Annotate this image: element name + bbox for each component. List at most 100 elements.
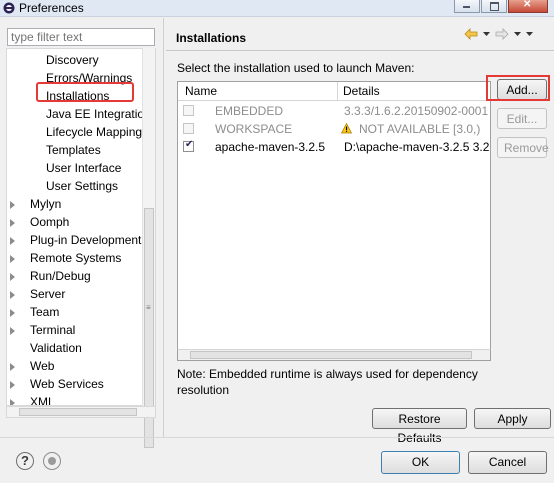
expand-arrow-icon[interactable] (10, 381, 15, 389)
pane-divider[interactable] (163, 18, 164, 438)
page-navigation (464, 28, 533, 40)
expand-arrow-icon[interactable] (10, 399, 15, 405)
tree-item-label: Oomph (30, 215, 70, 229)
scrollbar-thumb[interactable] (19, 408, 137, 416)
tree-item-label: User Settings (46, 179, 119, 193)
tree-item-label: Web (30, 359, 55, 373)
tree-item-label: Server (30, 287, 66, 301)
tree-item-label: XML (30, 395, 55, 406)
tree-item-label: Templates (46, 143, 101, 157)
expand-arrow-icon[interactable] (10, 237, 15, 245)
tree-item-label: Mylyn (30, 197, 62, 211)
tree-vertical-scrollbar[interactable]: ≡ (142, 48, 155, 448)
warning-icon (341, 123, 352, 134)
tree-item-templates[interactable]: Templates (46, 142, 101, 159)
installations-table: Name Details EMBEDDED 3.3.3/1.6.2.201509… (177, 81, 491, 361)
expand-arrow-icon[interactable] (10, 201, 15, 209)
filter-input[interactable] (7, 28, 155, 46)
tree-item-server[interactable]: Server (10, 286, 66, 303)
tree-item-run-debug[interactable]: Run/Debug (10, 268, 91, 285)
row-checkbox[interactable] (183, 105, 194, 116)
cancel-button[interactable]: Cancel (468, 451, 547, 474)
title-bar: Preferences (0, 0, 554, 17)
add-highlight-box (486, 75, 550, 101)
scrollbar-grip-icon: ≡ (146, 303, 151, 312)
tree-item-team[interactable]: Team (10, 304, 60, 321)
expand-arrow-icon[interactable] (10, 309, 15, 317)
tree-item-terminal[interactable]: Terminal (10, 322, 76, 339)
tree-item-web[interactable]: Web (10, 358, 55, 375)
row-checkbox[interactable] (183, 139, 194, 152)
tree-item-java-ee-integration[interactable]: Java EE Integration (46, 106, 151, 123)
forward-menu-chevron-icon[interactable] (514, 31, 521, 37)
tree-item-discovery[interactable]: Discovery (46, 52, 99, 69)
table-row[interactable]: WORKSPACE NOT AVAILABLE [3.0,) (178, 120, 490, 138)
eclipse-icon (3, 2, 15, 14)
column-divider[interactable] (337, 82, 338, 100)
footer-separator (0, 437, 554, 438)
tree-item-label: Team (30, 305, 60, 319)
tree-item-remote-systems[interactable]: Remote Systems (10, 250, 122, 267)
tree-item-validation[interactable]: Validation (30, 340, 82, 357)
close-button[interactable] (508, 0, 548, 13)
tree-item-label: Validation (30, 341, 82, 355)
help-icon[interactable]: ? (16, 452, 34, 470)
expand-arrow-icon[interactable] (10, 291, 15, 299)
row-checkbox[interactable] (183, 123, 194, 134)
window-title: Preferences (19, 1, 84, 15)
column-header-name[interactable]: Name (185, 84, 217, 98)
scrollbar-thumb[interactable] (190, 351, 472, 359)
note-text: Note: Embedded runtime is always used fo… (177, 367, 478, 397)
installation-name: apache-maven-3.2.5 (215, 140, 326, 154)
tree-item-label: Java EE Integration (46, 107, 151, 121)
view-menu-chevron-icon[interactable] (526, 31, 533, 37)
installation-name: EMBEDDED (215, 104, 284, 118)
tree-item-user-settings[interactable]: User Settings (46, 178, 118, 195)
tree-item-label: Lifecycle Mappings (46, 125, 149, 139)
edit-button[interactable]: Edit... (497, 108, 547, 129)
title-separator (166, 50, 554, 51)
tree-item-user-interface[interactable]: User Interface (46, 160, 121, 177)
expand-arrow-icon[interactable] (10, 219, 15, 227)
tree-item-label: Web Services (30, 377, 104, 391)
tree-item-mylyn[interactable]: Mylyn (10, 196, 62, 213)
tree-item-plug-in-development[interactable]: Plug-in Development (10, 232, 142, 249)
minimize-button[interactable] (454, 0, 480, 13)
remove-button[interactable]: Remove (497, 137, 549, 158)
expand-arrow-icon[interactable] (10, 255, 15, 263)
tree-item-label: Run/Debug (30, 269, 91, 283)
tree-item-web-services[interactable]: Web Services (10, 376, 104, 393)
tree-item-label: Discovery (46, 53, 99, 67)
installation-name: WORKSPACE (215, 122, 293, 136)
tree-item-lifecycle-mappings[interactable]: Lifecycle Mappings (46, 124, 148, 141)
apply-button[interactable]: Apply (474, 408, 551, 429)
ok-button[interactable]: OK (381, 451, 460, 474)
expand-arrow-icon[interactable] (10, 273, 15, 281)
back-arrow-icon[interactable] (464, 28, 478, 40)
table-horizontal-scrollbar[interactable] (177, 349, 491, 361)
maximize-button[interactable] (481, 0, 507, 13)
import-export-icon[interactable] (43, 452, 61, 470)
column-header-details[interactable]: Details (343, 84, 380, 98)
table-row[interactable]: apache-maven-3.2.5 D:\apache-maven-3.2.5… (178, 138, 490, 156)
tree-item-label: Remote Systems (30, 251, 122, 265)
table-row[interactable]: EMBEDDED 3.3.3/1.6.2.20150902-0001 (178, 102, 490, 120)
expand-arrow-icon[interactable] (10, 327, 15, 335)
instruction-text: Select the installation used to launch M… (177, 61, 415, 75)
table-header: Name Details (178, 82, 490, 101)
installation-details: D:\apache-maven-3.2.5 3.2.5 (344, 140, 491, 154)
tree-item-oomph[interactable]: Oomph (10, 214, 70, 231)
tree-horizontal-scrollbar[interactable] (6, 406, 156, 418)
installations-highlight-box (36, 82, 134, 102)
tree-item-label: User Interface (46, 161, 122, 175)
restore-defaults-button[interactable]: Restore Defaults (372, 408, 467, 445)
expand-arrow-icon[interactable] (10, 363, 15, 371)
tree-item-label: Terminal (30, 323, 76, 337)
tree-item-label: Plug-in Development (30, 233, 142, 247)
installation-details: 3.3.3/1.6.2.20150902-0001 (344, 104, 489, 118)
tree-item-xml[interactable]: XML (10, 394, 55, 406)
page-title: Installations (176, 31, 247, 45)
forward-arrow-icon[interactable] (495, 28, 509, 40)
back-menu-chevron-icon[interactable] (483, 31, 490, 37)
installation-details: NOT AVAILABLE [3.0,) (359, 122, 481, 136)
